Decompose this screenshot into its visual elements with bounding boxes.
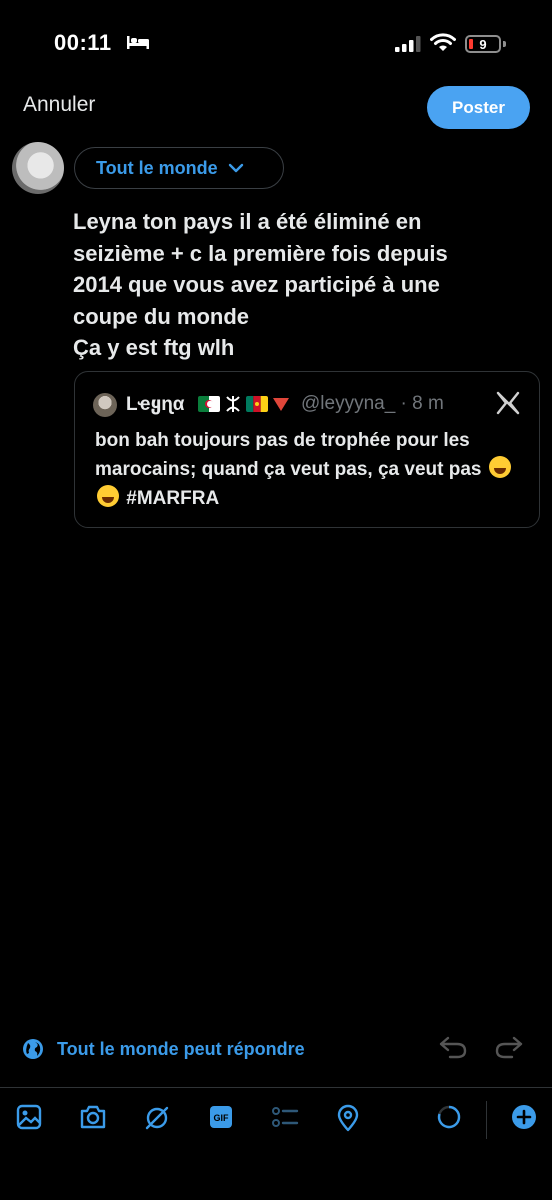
image-icon[interactable] (16, 1104, 42, 1130)
poll-icon[interactable] (271, 1104, 299, 1130)
battery-tip (503, 41, 506, 47)
reply-setting-button[interactable]: Tout le monde peut répondre (22, 1038, 305, 1060)
undo-icon[interactable] (438, 1034, 468, 1060)
sleep-focus-icon (127, 36, 149, 49)
red-triangle-icon (273, 398, 289, 411)
globe-icon (23, 1039, 43, 1059)
toolbar-separator (486, 1101, 487, 1139)
wifi-icon (430, 33, 456, 51)
cameroon-flag-icon (246, 396, 268, 412)
chevron-down-icon (228, 163, 243, 173)
grok-icon[interactable] (143, 1104, 171, 1132)
laughing-emoji-icon (488, 456, 511, 478)
battery-level: 9 (479, 36, 487, 52)
algeria-flag-icon (198, 396, 220, 412)
battery-indicator: 9 (465, 35, 501, 53)
audience-label: Tout le monde (96, 157, 218, 178)
status-bar: 00:11 9 (0, 0, 552, 90)
remove-quote-icon[interactable] (495, 390, 521, 416)
reply-setting-label: Tout le monde peut répondre (57, 1038, 305, 1059)
cancel-button[interactable]: Annuler (23, 93, 95, 117)
quoted-post-hashtag: #MARFRA (126, 488, 220, 509)
battery-fill (469, 39, 473, 49)
gif-icon[interactable]: GIF (208, 1104, 234, 1130)
quoted-author-avatar (93, 393, 117, 417)
post-button[interactable]: Poster (427, 86, 530, 129)
laughing-emoji-icon (97, 485, 119, 507)
redo-icon[interactable] (494, 1034, 524, 1060)
camera-icon[interactable] (79, 1104, 107, 1130)
quoted-post: Lҽყɳα @leyyyna_ · 8 m bon bah toujours p… (74, 371, 540, 528)
quoted-post-text: bon bah toujours pas de trophée pour les… (95, 426, 525, 513)
location-icon[interactable] (336, 1104, 360, 1132)
cellular-signal-icon (395, 36, 421, 52)
quoted-author-handle: @leyyyna_ · 8 m (301, 393, 444, 414)
character-counter (437, 1105, 461, 1129)
quoted-author-flags (198, 395, 290, 413)
status-time: 00:11 (54, 30, 112, 55)
add-post-icon[interactable] (511, 1104, 537, 1130)
quoted-author-name: Lҽყɳα (126, 394, 185, 415)
toolbar-divider (0, 1087, 552, 1088)
quoted-post-body: bon bah toujours pas de trophée pour les… (95, 430, 482, 480)
user-avatar[interactable] (12, 142, 64, 194)
audience-selector[interactable]: Tout le monde (74, 147, 284, 189)
post-text-input[interactable]: Leyna ton pays il a été éliminé en seizi… (73, 206, 533, 364)
svg-text:GIF: GIF (214, 1113, 230, 1123)
tifinagh-yaz-icon (226, 396, 240, 412)
